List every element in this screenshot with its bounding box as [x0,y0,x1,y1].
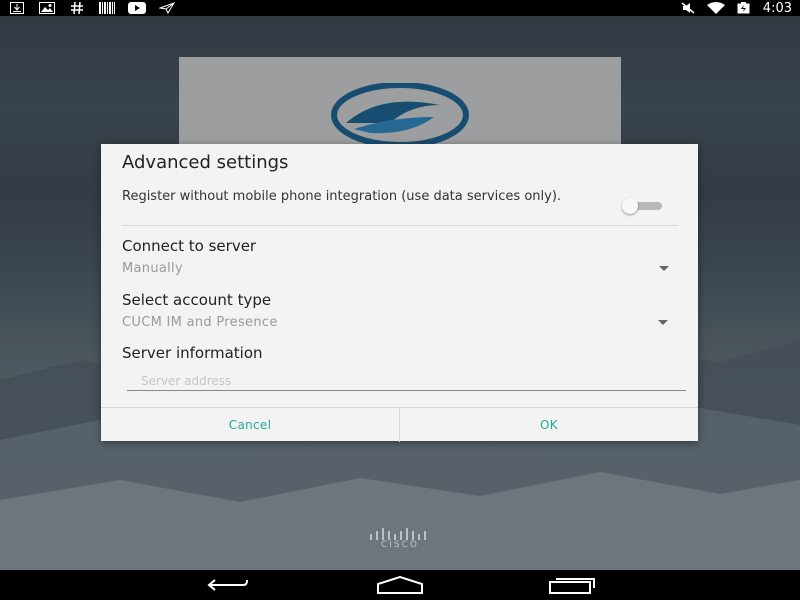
youtube-icon [128,1,146,15]
advanced-settings-dialog: Advanced settings Register without mobil… [101,144,698,442]
home-button[interactable] [370,575,430,595]
mobile-integration-row: Register without mobile phone integratio… [122,190,682,222]
wifi-icon [706,1,725,15]
system-icons: 4:03 [679,0,792,16]
connect-to-server-label: Connect to server [122,237,257,255]
back-icon [207,579,248,591]
recents-icon [549,578,595,594]
divider [122,225,678,226]
toggle-thumb [622,198,638,214]
mute-icon [679,1,697,15]
battery-icon [735,1,753,15]
download-icon [8,1,26,15]
dialog-title: Advanced settings [122,152,289,173]
cancel-button[interactable]: Cancel [101,408,399,442]
status-bar: 4:03 [0,0,800,16]
hashtag-icon [68,1,86,15]
cisco-wordmark: CISCO [380,540,420,550]
server-information-label: Server information [122,344,263,362]
mobile-integration-label: Register without mobile phone integratio… [122,189,562,204]
account-type-label: Select account type [122,291,272,309]
home-icon [377,576,423,594]
dialog-button-bar: Cancel OK [101,407,698,442]
navigation-bar [0,570,800,600]
airplane-doc-icon [158,1,176,15]
barcode-icon [98,1,116,15]
recents-button[interactable] [542,575,602,595]
screen: CISCO 4:03 Advanced settings Register wi… [0,0,800,600]
cisco-logo: CISCO [360,528,440,556]
connect-to-server-select[interactable]: Manually [122,261,183,276]
mobile-integration-toggle[interactable] [622,198,664,214]
notification-icons [8,0,176,16]
gallery-icon [38,1,56,15]
ok-button[interactable]: OK [400,408,698,442]
back-button[interactable] [198,575,258,595]
chevron-down-icon[interactable] [659,266,669,271]
account-type-select[interactable]: CUCM IM and Presence [122,315,278,330]
clock: 4:03 [762,0,792,16]
server-address-input[interactable] [127,372,686,391]
chevron-down-icon[interactable] [658,320,668,325]
